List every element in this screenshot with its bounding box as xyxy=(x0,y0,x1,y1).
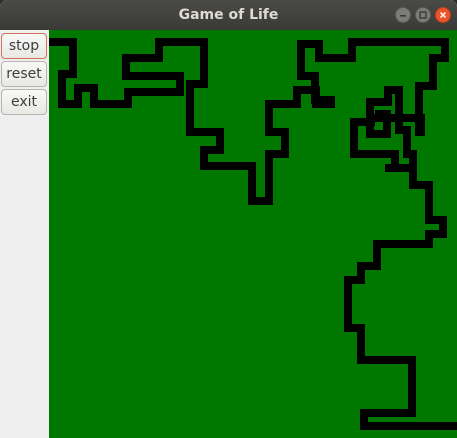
life-board[interactable] xyxy=(49,30,457,438)
life-cells xyxy=(49,38,457,430)
window-title: Game of Life xyxy=(178,7,279,23)
title-bar[interactable]: Game of Life xyxy=(0,0,457,30)
app-window: Game of Life stop reset exit xyxy=(0,0,457,438)
minimize-icon xyxy=(400,15,406,17)
close-button[interactable] xyxy=(435,7,451,23)
close-icon xyxy=(439,11,447,19)
exit-button[interactable]: exit xyxy=(1,89,47,115)
maximize-icon xyxy=(419,11,427,19)
stop-button[interactable]: stop xyxy=(1,33,47,59)
reset-button[interactable]: reset xyxy=(1,61,47,87)
maximize-button[interactable] xyxy=(415,7,431,23)
control-panel: stop reset exit xyxy=(0,30,49,438)
minimize-button[interactable] xyxy=(395,7,411,23)
